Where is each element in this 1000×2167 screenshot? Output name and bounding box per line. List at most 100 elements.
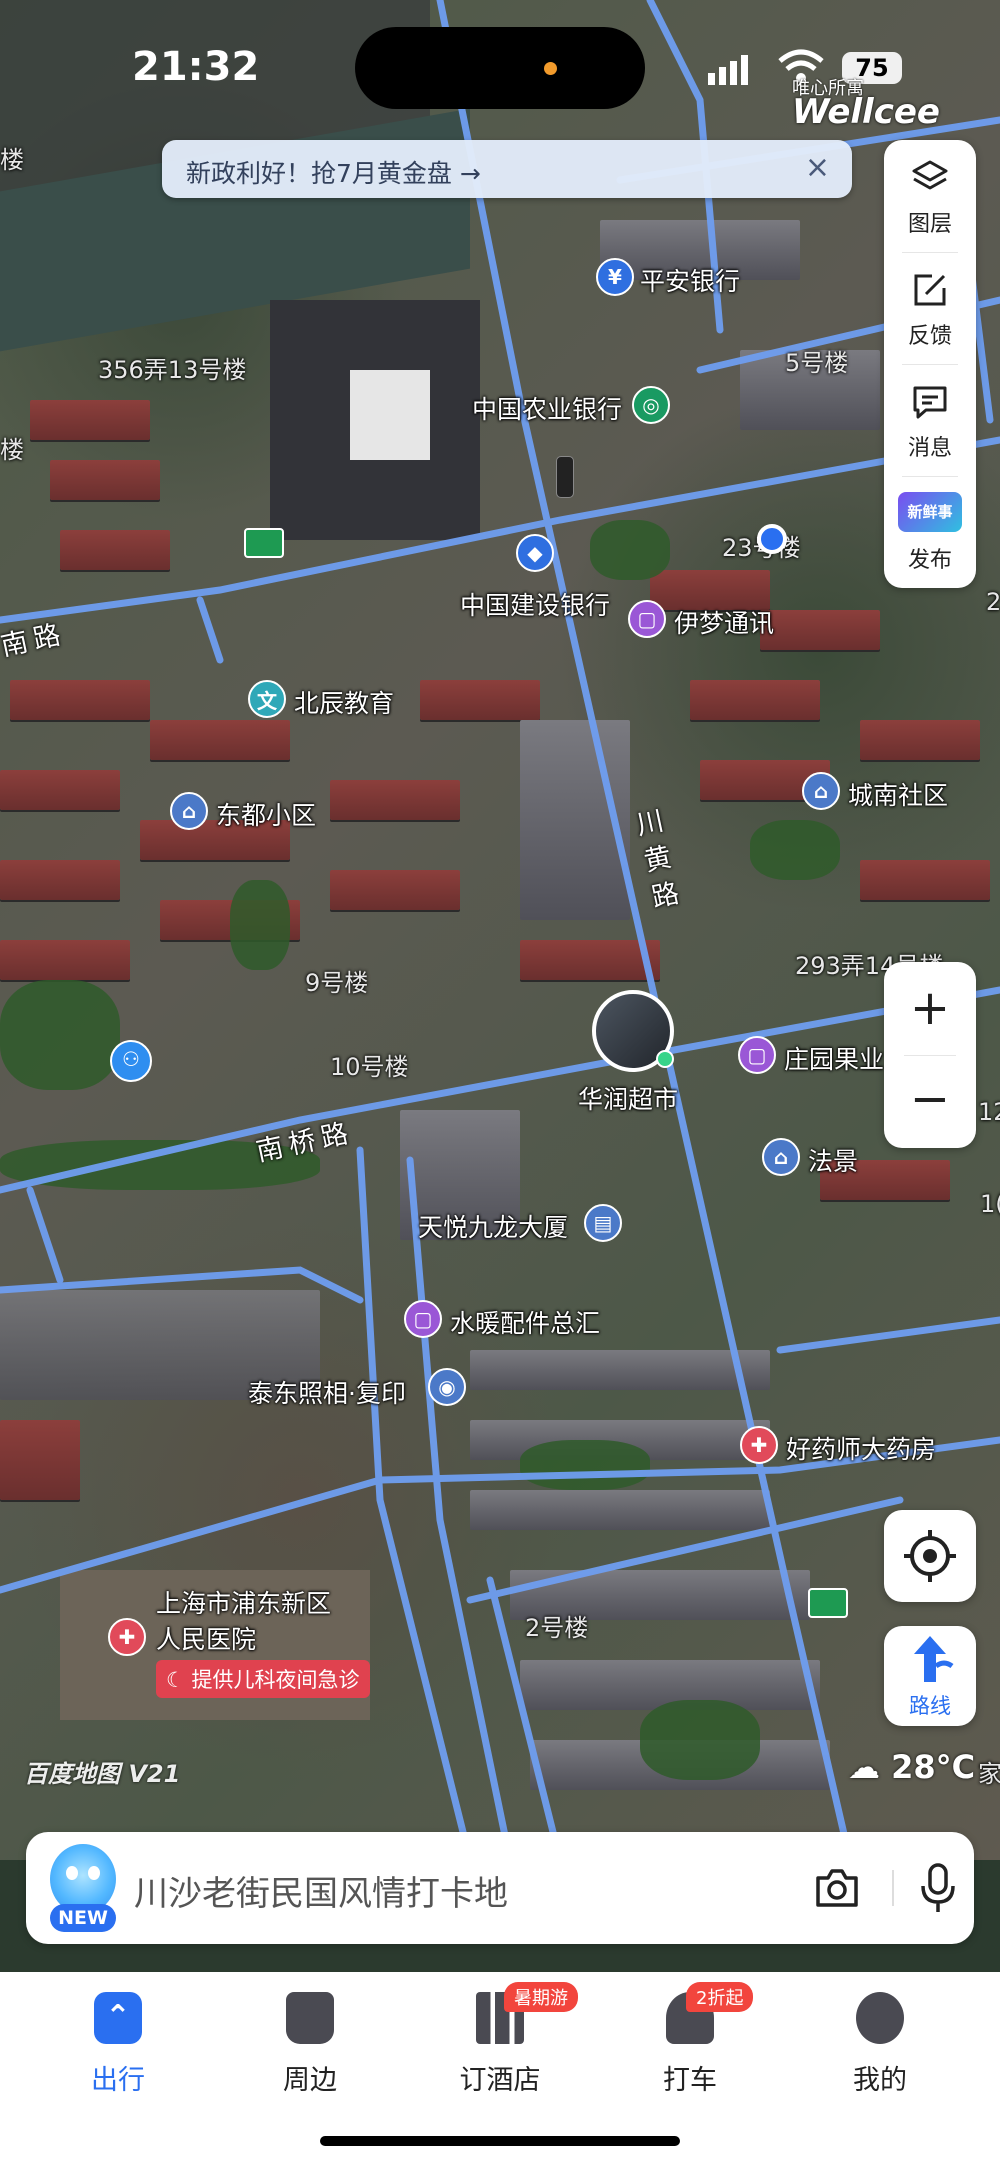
- bank-icon: ◆: [516, 534, 554, 572]
- poi-label[interactable]: 城南社区: [848, 776, 948, 812]
- nav-item-taxi[interactable]: 2折起 打车: [620, 1982, 760, 2112]
- temperature: 28°C: [891, 1748, 976, 1786]
- nav-item-travel[interactable]: ⌃ 出行: [48, 1992, 188, 2112]
- weather-widget[interactable]: ☁ 28°C: [848, 1748, 975, 1786]
- hospital-tag: ☾ 提供儿科夜间急诊: [156, 1660, 370, 1698]
- residence-icon: ⌂: [802, 772, 840, 810]
- shop-icon: ▢: [738, 1036, 776, 1074]
- nav-label: 订酒店: [459, 2065, 541, 2096]
- status-bar: 21:32 75 唯心所寓 Wellcee: [0, 0, 1000, 132]
- dynamic-island: [355, 27, 645, 109]
- bus-icon: [808, 1588, 848, 1618]
- privacy-dot-icon: [544, 62, 557, 75]
- zoom-out-button[interactable]: −: [884, 1056, 976, 1148]
- divider: [892, 1870, 894, 1906]
- residence-icon: ⌂: [762, 1138, 800, 1176]
- hospital-label-line1[interactable]: 上海市浦东新区: [156, 1584, 331, 1620]
- clock: 21:32: [132, 44, 260, 90]
- poi-label[interactable]: 法景: [808, 1142, 858, 1178]
- edge-label: 2: [986, 588, 1000, 616]
- bank-icon: ¥: [596, 258, 634, 296]
- publish-button[interactable]: 新鲜事 发布: [884, 476, 976, 588]
- zoom-in-button[interactable]: +: [884, 962, 976, 1054]
- cloud-sun-icon: ☁: [848, 1748, 880, 1786]
- edge-label: 12: [978, 1098, 1000, 1126]
- poi-label[interactable]: 天悦九龙大厦: [418, 1208, 568, 1244]
- layers-button[interactable]: 图层: [884, 140, 976, 252]
- edge-label: 楼: [0, 146, 24, 174]
- new-badge: NEW: [50, 1904, 116, 1932]
- nav-item-hotel[interactable]: 暑期游 订酒店: [430, 1982, 578, 2112]
- bank-icon: ◎: [632, 386, 670, 424]
- poi-label[interactable]: 庄园果业: [784, 1040, 884, 1076]
- nav-label: 周边: [283, 2065, 337, 2096]
- baidu-map-logo: 百度地图 V21: [24, 1760, 181, 1788]
- hospital-label-line2[interactable]: 人民医院: [156, 1620, 256, 1656]
- hospital-icon: ✚: [108, 1618, 146, 1656]
- nav-item-me[interactable]: 我的: [810, 1992, 950, 2112]
- poi-label[interactable]: 伊梦通讯: [674, 604, 774, 640]
- nav-label: 出行: [91, 2065, 145, 2096]
- building-label: 356弄13号楼: [98, 356, 247, 384]
- microphone-icon[interactable]: [918, 1862, 958, 1914]
- road-network: [0, 0, 1000, 1860]
- signal-icon: [708, 55, 748, 85]
- nav-label: 我的: [853, 2065, 907, 2096]
- tool-label: 反馈: [907, 324, 952, 349]
- feedback-button[interactable]: 反馈: [884, 252, 976, 364]
- route-label: 路线: [909, 1694, 951, 1718]
- map-tools-panel: 图层 反馈 消息 新鲜事 发布: [884, 140, 976, 588]
- shop-icon: ▢: [628, 600, 666, 638]
- building-label: 9号楼: [305, 969, 369, 997]
- atm-icon: [244, 528, 284, 558]
- edge-label: 家: [978, 1760, 1000, 1788]
- home-indicator: [320, 2136, 680, 2146]
- edit-icon: [914, 274, 946, 306]
- close-icon[interactable]: ×: [805, 150, 830, 185]
- watermark-logo: Wellcee: [792, 92, 940, 132]
- mascot-eye: [66, 1866, 78, 1880]
- poi-label[interactable]: 泰东照相·复印: [248, 1374, 406, 1410]
- map-view[interactable]: 356弄13号楼 5号楼 293弄14号楼 9号楼 10号楼 2号楼 23号楼 …: [0, 0, 1000, 1860]
- poi-label[interactable]: 平安银行: [640, 262, 740, 298]
- tool-label: 发布: [907, 548, 952, 573]
- traffic-light-icon: [556, 456, 574, 498]
- search-input[interactable]: 川沙老街民国风情打卡地: [134, 1866, 508, 1915]
- promo-banner[interactable]: 新政利好！抢7月黄金盘 → ×: [162, 140, 852, 198]
- camera-icon: ◉: [428, 1368, 466, 1406]
- zoom-control: + −: [884, 962, 976, 1148]
- poi-label[interactable]: 华润超市: [578, 1080, 678, 1116]
- poi-label[interactable]: 好药师大药房: [786, 1430, 936, 1466]
- building-label: 10号楼: [330, 1053, 409, 1081]
- locate-button[interactable]: [884, 1510, 976, 1602]
- camera-icon[interactable]: [814, 1866, 860, 1910]
- poi-label[interactable]: 东都小区: [216, 796, 316, 832]
- poi-label[interactable]: 中国建设银行: [460, 586, 610, 622]
- residence-icon: ⌂: [170, 792, 208, 830]
- crosshair-icon: [904, 1530, 956, 1582]
- building-icon: ▤: [584, 1204, 622, 1242]
- edge-label: 楼: [0, 436, 24, 464]
- route-button[interactable]: 路线: [884, 1626, 976, 1726]
- promo-banner-text[interactable]: 新政利好！抢7月黄金盘 →: [186, 154, 481, 190]
- poi-label[interactable]: 中国农业银行: [472, 390, 622, 426]
- nearby-icon: [286, 1992, 334, 2044]
- travel-icon: ⌃: [94, 1992, 142, 2044]
- mascot-eye: [88, 1866, 100, 1880]
- restroom-icon: ⚇: [110, 1040, 152, 1082]
- nav-item-nearby[interactable]: 周边: [240, 1992, 380, 2112]
- tool-label: 消息: [907, 436, 952, 461]
- tool-label: 图层: [907, 212, 952, 237]
- location-dot-icon: [757, 524, 787, 554]
- nav-label: 打车: [663, 2065, 717, 2096]
- messages-button[interactable]: 消息: [884, 364, 976, 476]
- promo-badge: 暑期游: [504, 1982, 578, 2012]
- poi-label[interactable]: 水暖配件总汇: [450, 1304, 600, 1340]
- profile-icon: [856, 1992, 904, 2044]
- moon-icon: ☾: [166, 1668, 192, 1692]
- online-dot-icon: [656, 1050, 674, 1068]
- poi-label[interactable]: 北辰教育: [294, 684, 394, 720]
- promo-badge: 2折起: [686, 1982, 754, 2012]
- search-bar[interactable]: NEW 川沙老街民国风情打卡地: [26, 1832, 974, 1944]
- layers-icon: [912, 160, 948, 190]
